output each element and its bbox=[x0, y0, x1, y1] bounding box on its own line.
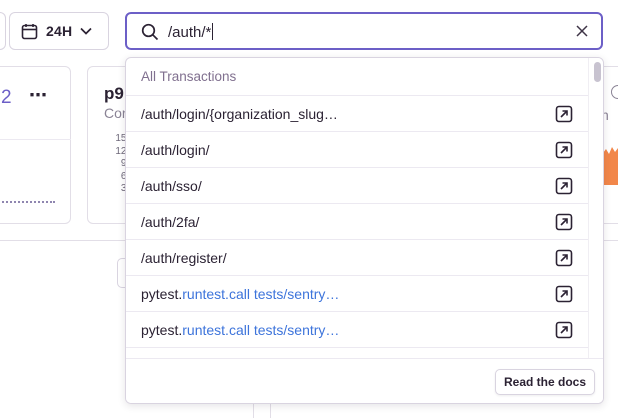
highlighted-text: tests/sentry… bbox=[249, 322, 340, 338]
external-link-icon[interactable] bbox=[555, 141, 573, 164]
calendar-icon bbox=[21, 23, 38, 40]
read-the-docs-button[interactable]: Read the docs bbox=[495, 369, 595, 395]
result-item[interactable]: /auth/2fa/ bbox=[126, 204, 588, 240]
chevron-down-icon bbox=[80, 27, 92, 35]
chart-card-subtitle: Cor bbox=[104, 105, 127, 121]
card-divider bbox=[0, 139, 71, 140]
search-input[interactable]: /auth/* bbox=[168, 23, 214, 41]
dropdown-footer: Read the docs bbox=[126, 358, 603, 403]
highlighted-text: runtest.call bbox=[182, 322, 250, 338]
dropdown-header: All Transactions bbox=[126, 58, 588, 96]
chart-baseline bbox=[0, 201, 55, 203]
external-link-icon[interactable] bbox=[555, 285, 573, 308]
result-item-label: /auth/login/{organization_slug… bbox=[141, 106, 338, 122]
result-text: pytest. bbox=[141, 286, 183, 302]
chart-card-title: p9 bbox=[104, 84, 124, 103]
search-icon bbox=[141, 23, 159, 46]
metric-card: 2 ⋯ bbox=[0, 66, 71, 224]
search-results-dropdown: All Transactions /auth/login/{organizati… bbox=[125, 57, 604, 404]
result-item[interactable]: /auth/login/ bbox=[126, 132, 588, 168]
result-item[interactable]: /auth/sso/ bbox=[126, 168, 588, 204]
search-query-text: /auth/* bbox=[168, 24, 212, 41]
result-item-label: pytest.runtest.call tests/sentry… bbox=[141, 286, 339, 302]
highlighted-text: runtest.call bbox=[182, 286, 250, 302]
date-range-label: 24H bbox=[46, 23, 73, 39]
result-item-label: /auth/login/ bbox=[141, 142, 210, 158]
scrollbar-thumb[interactable] bbox=[594, 62, 601, 82]
external-link-icon[interactable] bbox=[555, 321, 573, 344]
result-item-label: /auth/2fa/ bbox=[141, 214, 200, 230]
result-item[interactable]: /auth/register/ bbox=[126, 240, 588, 276]
text-caret bbox=[212, 23, 214, 40]
external-link-icon[interactable] bbox=[555, 213, 573, 236]
external-link-icon[interactable] bbox=[555, 105, 573, 128]
date-range-selector[interactable]: 24H bbox=[9, 12, 109, 50]
highlighted-text: tests/sentry… bbox=[249, 286, 340, 302]
chart-area bbox=[603, 147, 618, 185]
external-link-icon[interactable] bbox=[555, 177, 573, 200]
result-item[interactable]: pytest.runtest.call tests/sentry… bbox=[126, 312, 588, 348]
result-item[interactable]: /auth/login/{organization_slug… bbox=[126, 96, 588, 132]
results-list: /auth/login/{organization_slug… /auth/log… bbox=[126, 96, 588, 348]
result-item[interactable]: pytest.runtest.call tests/sentry… bbox=[126, 276, 588, 312]
dropdown-header-label: All Transactions bbox=[141, 69, 237, 84]
more-options-icon[interactable]: ⋯ bbox=[29, 85, 48, 106]
close-icon[interactable] bbox=[575, 24, 589, 43]
result-item-label: /auth/sso/ bbox=[141, 178, 202, 194]
transaction-search[interactable]: /auth/* bbox=[125, 12, 603, 50]
result-text: pytest. bbox=[141, 322, 183, 338]
external-link-icon[interactable] bbox=[555, 249, 573, 272]
dropdown-scrollbar[interactable] bbox=[588, 58, 603, 358]
previous-toolbar-button[interactable] bbox=[0, 12, 6, 50]
result-item-label: pytest.runtest.call tests/sentry… bbox=[141, 322, 339, 338]
metric-value: 2 bbox=[1, 87, 12, 108]
result-item-label: /auth/register/ bbox=[141, 250, 227, 266]
info-icon[interactable] bbox=[611, 85, 618, 99]
